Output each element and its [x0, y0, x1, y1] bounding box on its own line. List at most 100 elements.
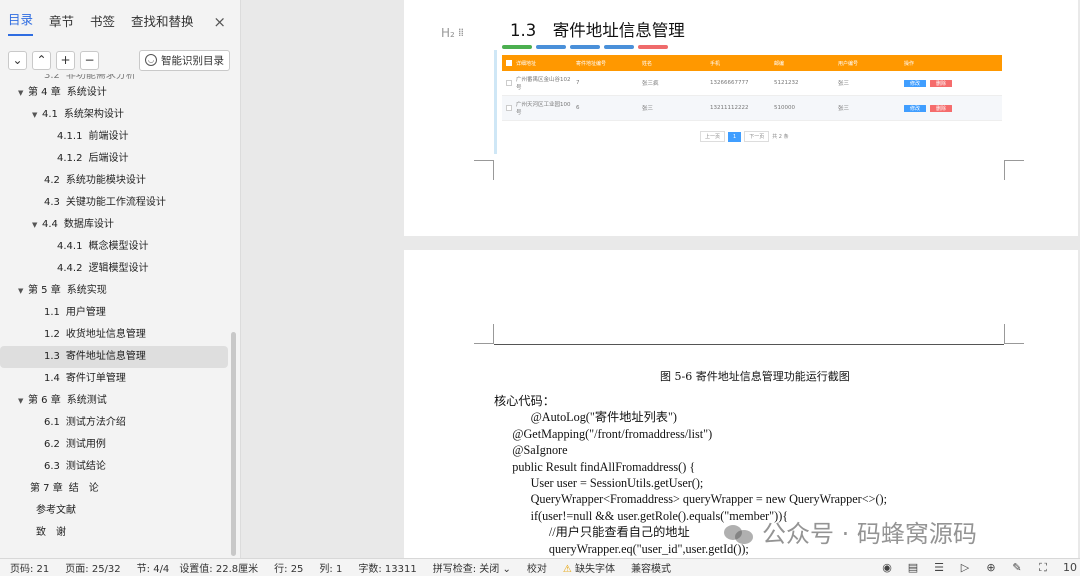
status-col[interactable]: 列: 1	[319, 560, 342, 575]
toc-item[interactable]: ▼ 第 6 章系统测试	[0, 390, 230, 412]
toc-item[interactable]: 1.3 寄件地址信息管理	[0, 346, 228, 368]
toc-item[interactable]: ▼ 第 5 章系统实现	[0, 280, 230, 302]
table-cell: 张三	[642, 106, 654, 112]
wechat-icon	[724, 523, 754, 545]
web-view-icon[interactable]: ⊕	[984, 562, 998, 574]
toc-number: 6.3	[44, 461, 60, 472]
caret-down-icon[interactable]: ▼	[18, 82, 28, 104]
caret-down-icon[interactable]: ▼	[32, 214, 42, 236]
toc-number: 1.1	[44, 307, 60, 318]
toc-item[interactable]: 6.2 测试用例	[0, 434, 230, 456]
embedded-screenshot[interactable]: 详细地址 寄件地址编号 姓名 手机 邮编 用户编号 操作 广州番禺区金山谷102号 7 张三疯 1…	[494, 45, 1004, 155]
table-cell: 6	[576, 105, 580, 111]
status-page[interactable]: 页面: 25/32	[65, 560, 120, 575]
toc-item[interactable]: ▼ 4.4 数据库设计	[0, 214, 230, 236]
table-cell: 广州天河区工业园100号	[516, 102, 571, 116]
toc-title: 系统设计	[66, 87, 107, 98]
toc-title: 结 论	[68, 483, 99, 494]
tab-2[interactable]: 书签	[90, 11, 115, 36]
color-stripe	[570, 45, 600, 49]
tab-0[interactable]: 目录	[8, 9, 34, 36]
toc-item[interactable]: 致 谢	[0, 522, 230, 544]
delete-button[interactable]: 删除	[930, 104, 953, 112]
view-controls: ◉ ▤ ☰ ▷ ⊕ ✎ ⛶ 10	[880, 559, 1080, 576]
toc-number: 第 5 章	[28, 285, 61, 296]
table-cell: 5121232	[774, 80, 799, 86]
toc-title: 参考文献	[36, 505, 76, 516]
toc-item[interactable]: 4.1.2 后端设计	[0, 148, 230, 170]
close-icon[interactable]: ×	[213, 13, 226, 31]
prev-page-button[interactable]: 上一页	[700, 131, 726, 142]
status-missing-font[interactable]: ⚠ 缺失字体	[563, 560, 615, 575]
color-stripe	[638, 45, 668, 49]
toc-item[interactable]: 第 7 章结 论	[0, 478, 230, 500]
toc-number: 第 6 章	[28, 395, 61, 406]
toc-number: 4.1	[42, 109, 58, 120]
status-compat[interactable]: 兼容模式	[631, 560, 671, 575]
page-view-icon[interactable]: ▤	[906, 562, 920, 574]
status-setting[interactable]: 设置值: 22.8厘米	[179, 560, 258, 575]
tab-3[interactable]: 查找和替换	[131, 11, 194, 36]
code-line: @AutoLog("寄件地址列表")	[494, 410, 677, 425]
status-spell[interactable]: 拼写检查: 关闭 ⌄	[433, 560, 511, 575]
fit-icon[interactable]: ⛶	[1036, 562, 1050, 574]
status-proof[interactable]: 校对	[527, 560, 547, 575]
toc-item[interactable]: 3.2 非功能需求分析	[0, 74, 230, 82]
status-words[interactable]: 字数: 13311	[358, 560, 416, 575]
heading-level-badge[interactable]: H₂	[441, 26, 455, 40]
next-page-button[interactable]: 下一页	[744, 131, 770, 142]
toc-number: 1.3	[44, 351, 60, 362]
current-page-button[interactable]: 1	[728, 131, 742, 142]
edit-button[interactable]: 修改	[904, 104, 927, 112]
drag-handle-icon[interactable]: ⁞⁞	[458, 26, 464, 39]
column-header: 邮编	[774, 60, 785, 67]
table-header: 详细地址 寄件地址编号 姓名 手机 邮编 用户编号 操作	[502, 55, 1002, 71]
sidebar-scrollbar[interactable]	[231, 332, 236, 556]
chevron-down-icon[interactable]: ⌄	[8, 50, 27, 70]
toc-item[interactable]: 4.4.2 逻辑模型设计	[0, 258, 230, 280]
toc-title: 概念模型设计	[88, 241, 149, 252]
delete-button[interactable]: 删除	[930, 79, 953, 87]
status-page-num[interactable]: 页码: 21	[10, 560, 49, 575]
code-line: @SaIgnore	[494, 443, 568, 458]
status-section[interactable]: 节: 4/4	[137, 560, 170, 575]
toc-item[interactable]: 参考文献	[0, 500, 230, 522]
column-header: 详细地址	[516, 60, 537, 67]
caret-down-icon[interactable]: ▼	[18, 390, 28, 412]
toc-title: 系统功能模块设计	[65, 175, 146, 186]
column-header: 操作	[904, 60, 915, 67]
toc-item[interactable]: 6.3 测试结论	[0, 456, 230, 478]
tab-1[interactable]: 章节	[49, 11, 74, 36]
minus-icon[interactable]: −	[80, 50, 99, 70]
caret-down-icon[interactable]: ▼	[18, 280, 28, 302]
toc-item[interactable]: 6.1 测试方法介绍	[0, 412, 230, 434]
toc-item[interactable]: 4.1.1 前端设计	[0, 126, 230, 148]
eye-icon[interactable]: ◉	[880, 562, 894, 574]
toc-title: 测试方法介绍	[65, 417, 126, 428]
table-cell: 张三疯	[642, 81, 659, 87]
pen-icon[interactable]: ✎	[1010, 562, 1024, 574]
toc-item[interactable]: ▼ 第 4 章系统设计	[0, 82, 230, 104]
edit-button[interactable]: 修改	[904, 79, 927, 87]
toc-number: 6.2	[44, 439, 60, 450]
toc-item[interactable]: 4.3 关键功能工作流程设计	[0, 192, 230, 214]
toc-item[interactable]: 4.4.1 概念模型设计	[0, 236, 230, 258]
toc-item[interactable]: ▼ 4.1 系统架构设计	[0, 104, 230, 126]
plus-icon[interactable]: +	[56, 50, 75, 70]
pagination: 上一页 1 下一页 共 2 条	[700, 131, 789, 142]
smart-toc-button[interactable]: ◡ 智能识别目录	[139, 49, 230, 71]
zoom-level[interactable]: 10	[1062, 562, 1078, 574]
outline-view-icon[interactable]: ☰	[932, 562, 946, 574]
toc-title: 系统实现	[66, 285, 107, 296]
status-line[interactable]: 行: 25	[274, 560, 303, 575]
page-corner-mark	[1004, 324, 1024, 344]
color-stripe	[536, 45, 566, 49]
toc-item[interactable]: 1.1 用户管理	[0, 302, 230, 324]
toc-item[interactable]: 1.4 寄件订单管理	[0, 368, 230, 390]
color-stripes	[502, 45, 672, 49]
toc-item[interactable]: 1.2 收货地址信息管理	[0, 324, 230, 346]
play-icon[interactable]: ▷	[958, 562, 972, 574]
toc-item[interactable]: 4.2 系统功能模块设计	[0, 170, 230, 192]
chevron-up-icon[interactable]: ⌃	[32, 50, 51, 70]
caret-down-icon[interactable]: ▼	[32, 104, 42, 126]
